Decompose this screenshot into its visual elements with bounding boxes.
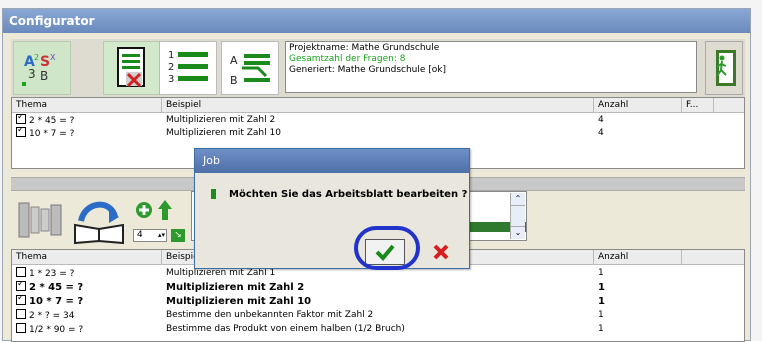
project-name: Projektname: Mathe Grundschule <box>289 43 440 53</box>
svg-text:3: 3 <box>28 67 36 81</box>
row-checkbox[interactable] <box>16 323 26 333</box>
row-checkbox[interactable] <box>16 267 26 277</box>
delete-sheet-icon <box>117 47 145 88</box>
sort-ab-icon: A B <box>230 54 270 87</box>
svg-text:1: 1 <box>168 50 174 61</box>
table-row[interactable]: 2 * ? = 34 Bestimme den unbekannten Fakt… <box>12 309 744 322</box>
dialog-title: Job <box>195 149 469 173</box>
header-anzahl[interactable]: Anzahl <box>594 250 682 264</box>
row-beispiel: Multiplizieren mit Zahl 10 <box>166 296 312 307</box>
confirm-highlight-circle <box>354 226 420 270</box>
top-table-header: Thema Beispiel Anzahl F... <box>12 98 744 113</box>
row-anzahl: 1 <box>598 268 604 278</box>
row-beispiel: Multiplizieren mit Zahl 2 <box>166 282 305 293</box>
row-checkbox[interactable] <box>16 281 26 291</box>
row-thema: 2 * 45 = ? <box>29 116 75 126</box>
cancel-button[interactable] <box>421 239 461 265</box>
header-anzahl[interactable]: Anzahl <box>594 98 682 112</box>
row-beispiel: Bestimme den unbekannten Faktor mit Zahl… <box>166 310 374 320</box>
numbered-list-icon: 1 2 3 <box>168 50 208 85</box>
row-thema: 10 * 7 = ? <box>29 129 75 139</box>
add-icon[interactable] <box>135 201 153 219</box>
stepper-value: 4 <box>137 230 143 240</box>
sort-ab-button[interactable]: A B <box>221 41 279 95</box>
row-anzahl: 1 <box>598 310 604 320</box>
row-thema: 1 * 23 = ? <box>29 269 75 279</box>
table-row[interactable]: 10 * 7 = ? Multiplizieren mit Zahl 10 4 <box>12 127 744 140</box>
svg-text:2: 2 <box>168 62 174 73</box>
svg-text:3: 3 <box>168 74 174 85</box>
open-book-icon[interactable] <box>71 195 129 245</box>
row-anzahl: 1 <box>598 296 605 307</box>
table-row[interactable]: 10 * 7 = ? Multiplizieren mit Zahl 10 1 <box>12 295 744 308</box>
header-beispiel[interactable]: Beispiel <box>162 98 594 112</box>
generated-status: Generiert: Mathe Grundschule [ok] <box>289 65 447 75</box>
info-marker-icon <box>211 189 216 199</box>
exit-icon <box>716 50 736 86</box>
scroll-up-icon[interactable]: ⌃ <box>511 193 525 206</box>
table-row[interactable]: 1/2 * 90 = ? Bestimme das Produkt von ei… <box>12 323 744 336</box>
row-anzahl: 4 <box>598 115 604 125</box>
delete-sheet-button[interactable] <box>103 41 161 95</box>
stepper-arrows-icon[interactable]: ▴▾ <box>158 230 165 241</box>
table-row[interactable]: 2 * 45 = ? Multiplizieren mit Zahl 2 4 <box>12 114 744 127</box>
svg-text:X: X <box>50 53 56 62</box>
project-info-box: Projektname: Mathe Grundschule Gesamtzah… <box>285 41 697 93</box>
svg-text:A: A <box>230 54 238 67</box>
row-thema: 1/2 * 90 = ? <box>29 325 84 335</box>
row-beispiel: Multiplizieren mit Zahl 10 <box>166 128 281 138</box>
window-title: Configurator <box>3 9 750 33</box>
list-scrollbar[interactable]: ⌃ ⌄ <box>510 193 525 239</box>
dialog-message: Möchten Sie das Arbeitsblatt bearbeiten … <box>229 189 468 200</box>
row-checkbox[interactable] <box>16 127 26 137</box>
close-icon <box>433 244 449 260</box>
formula-button[interactable]: A 2 S X 3 B <box>13 41 71 95</box>
row-checkbox[interactable] <box>16 114 26 124</box>
svg-text:2: 2 <box>34 53 39 62</box>
arrow-up-icon[interactable] <box>157 199 173 221</box>
screen: Configurator A 2 S X 3 B 1 2 3 A B Proje… <box>0 0 762 342</box>
svg-text:B: B <box>40 69 48 83</box>
row-checkbox[interactable] <box>16 309 26 319</box>
numbered-list-button[interactable]: 1 2 3 <box>159 41 217 95</box>
apply-icon[interactable]: ↘ <box>171 229 185 242</box>
formula-icon: A 2 S X 3 B <box>22 53 56 86</box>
row-beispiel: Multiplizieren mit Zahl 2 <box>166 115 276 125</box>
row-beispiel: Bestimme das Produkt von einem halben (1… <box>166 324 405 334</box>
header-thema[interactable]: Thema <box>12 250 162 264</box>
svg-text:B: B <box>230 74 238 87</box>
columns-icon[interactable] <box>17 197 63 241</box>
count-stepper[interactable]: 4 ▴▾ <box>133 229 167 242</box>
header-thema[interactable]: Thema <box>12 98 162 112</box>
row-thema: 10 * 7 = ? <box>29 296 84 307</box>
row-anzahl: 4 <box>598 128 604 138</box>
svg-text:S: S <box>40 54 50 70</box>
job-dialog: Job Möchten Sie das Arbeitsblatt bearbei… <box>194 148 470 269</box>
total-questions: Gesamtzahl der Fragen: 8 <box>289 54 406 64</box>
row-anzahl: 1 <box>598 324 604 334</box>
row-thema: 2 * ? = 34 <box>29 311 75 321</box>
row-checkbox[interactable] <box>16 295 26 305</box>
table-row[interactable]: 2 * 45 = ? Multiplizieren mit Zahl 2 1 <box>12 281 744 294</box>
scroll-down-icon[interactable]: ⌄ <box>511 226 525 239</box>
row-thema: 2 * 45 = ? <box>29 282 84 293</box>
row-anzahl: 1 <box>598 282 605 293</box>
header-f[interactable]: F... <box>682 98 714 112</box>
exit-button[interactable] <box>705 41 743 95</box>
